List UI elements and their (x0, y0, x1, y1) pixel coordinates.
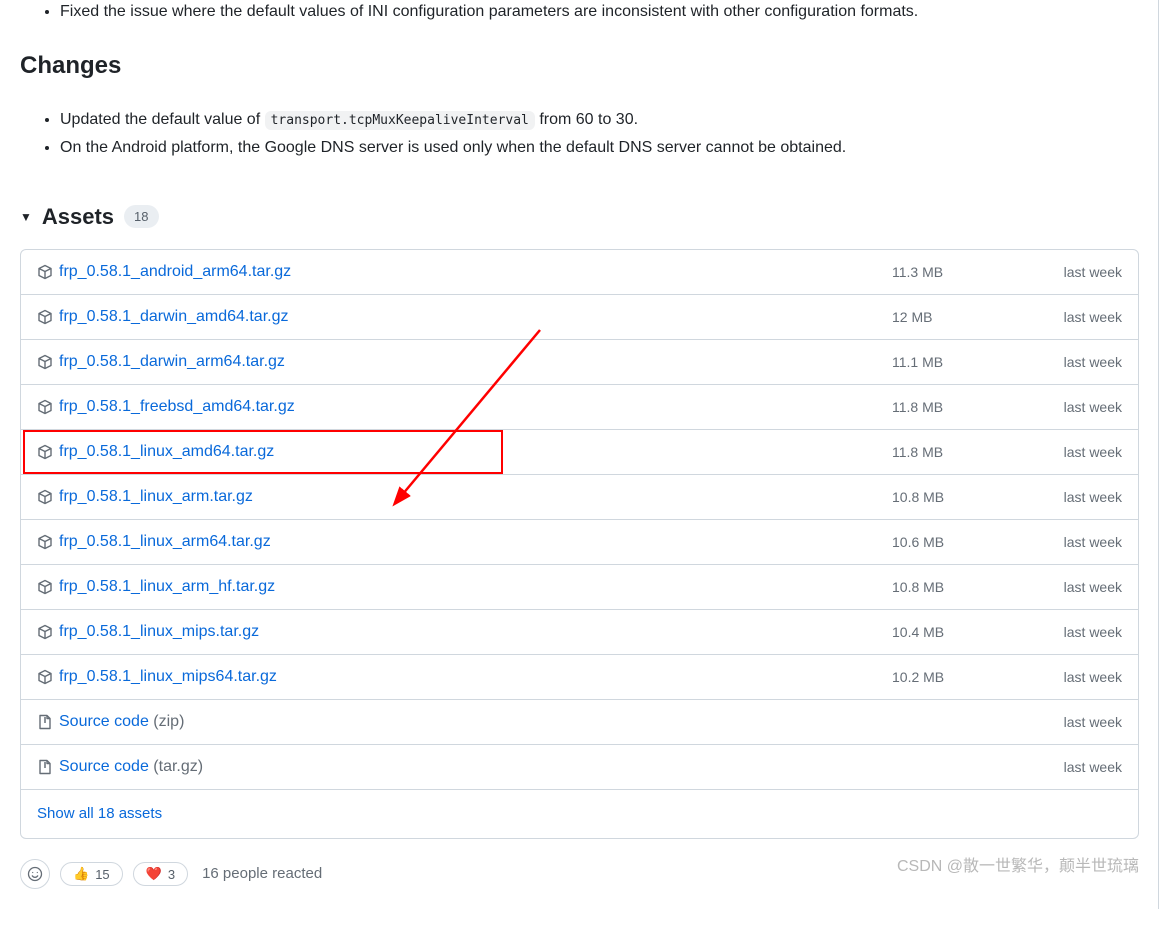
heart-count: 3 (168, 867, 175, 882)
asset-size: 10.8 MB (892, 487, 1032, 508)
file-zip-icon (37, 759, 53, 775)
asset-date: last week (1032, 667, 1122, 688)
asset-size: 10.8 MB (892, 577, 1032, 598)
asset-link[interactable]: frp_0.58.1_linux_mips.tar.gz (59, 623, 259, 640)
asset-row: frp_0.58.1_linux_arm_hf.tar.gz 10.8 MBlas… (21, 564, 1138, 609)
changes-heading: Changes (20, 48, 1139, 92)
asset-size: 11.8 MB (892, 442, 1032, 463)
asset-name-wrap: frp_0.58.1_linux_amd64.tar.gz (59, 440, 892, 464)
show-all-link[interactable]: Show all 18 assets (37, 805, 162, 822)
asset-suffix: (zip) (149, 713, 185, 730)
assets-list: frp_0.58.1_android_arm64.tar.gz11.3 MBla… (20, 249, 1139, 839)
asset-name-wrap: Source code (zip) (59, 710, 892, 734)
changes-list-item: On the Android platform, the Google DNS … (60, 136, 1139, 160)
asset-row: frp_0.58.1_linux_arm.tar.gz 10.8 MBlast w… (21, 474, 1138, 519)
package-icon (37, 354, 53, 370)
text: Updated the default value of (60, 111, 265, 128)
show-all-row: Show all 18 assets (21, 789, 1138, 838)
asset-link[interactable]: frp_0.58.1_android_arm64.tar.gz (59, 263, 291, 280)
asset-name-wrap: frp_0.58.1_linux_arm_hf.tar.gz (59, 575, 892, 599)
release-body: Fixed the issue where the default values… (20, 0, 1139, 160)
asset-size: 10.2 MB (892, 667, 1032, 688)
asset-name-wrap: frp_0.58.1_linux_mips64.tar.gz (59, 665, 892, 689)
asset-row: frp_0.58.1_darwin_arm64.tar.gz 11.1 MBlas… (21, 339, 1138, 384)
asset-link[interactable]: Source code (59, 713, 149, 730)
assets-count-badge: 18 (124, 205, 158, 229)
asset-row: frp_0.58.1_freebsd_amd64.tar.gz 11.8 MBla… (21, 384, 1138, 429)
asset-date: last week (1032, 487, 1122, 508)
asset-row: frp_0.58.1_linux_mips64.tar.gz 10.2 MBlas… (21, 654, 1138, 699)
fixes-list-item: Fixed the issue where the default values… (60, 0, 1139, 24)
package-icon (37, 534, 53, 550)
asset-date: last week (1032, 532, 1122, 553)
asset-link[interactable]: Source code (59, 758, 149, 775)
asset-row: frp_0.58.1_linux_arm64.tar.gz 10.6 MBlast… (21, 519, 1138, 564)
asset-name-wrap: frp_0.58.1_android_arm64.tar.gz (59, 260, 892, 284)
asset-link[interactable]: frp_0.58.1_darwin_amd64.tar.gz (59, 308, 288, 325)
add-reaction-button[interactable] (20, 859, 50, 889)
caret-down-icon: ▼ (20, 208, 32, 226)
asset-row: frp_0.58.1_linux_amd64.tar.gz 11.8 MBlast… (21, 429, 1138, 474)
package-icon (37, 444, 53, 460)
asset-link[interactable]: frp_0.58.1_freebsd_amd64.tar.gz (59, 398, 295, 415)
asset-link[interactable]: frp_0.58.1_linux_amd64.tar.gz (59, 443, 274, 460)
asset-size: 11.3 MB (892, 262, 1032, 283)
thumbs-up-reaction[interactable]: 👍 15 (60, 862, 123, 886)
asset-date: last week (1032, 622, 1122, 643)
text: On the Android platform, the Google DNS … (60, 139, 846, 156)
asset-date: last week (1032, 577, 1122, 598)
asset-name-wrap: frp_0.58.1_linux_mips.tar.gz (59, 620, 892, 644)
asset-suffix: (tar.gz) (149, 758, 203, 775)
asset-name-wrap: frp_0.58.1_linux_arm.tar.gz (59, 485, 892, 509)
asset-name-wrap: frp_0.58.1_darwin_amd64.tar.gz (59, 305, 892, 329)
smiley-icon (27, 866, 43, 882)
package-icon (37, 579, 53, 595)
package-icon (37, 624, 53, 640)
package-icon (37, 669, 53, 685)
asset-date: last week (1032, 712, 1122, 733)
asset-size: 10.4 MB (892, 622, 1032, 643)
asset-row: Source code (tar.gz) last week (21, 744, 1138, 789)
text: from 60 to 30. (535, 111, 638, 128)
assets-title: Assets (42, 200, 114, 233)
asset-size: 10.6 MB (892, 532, 1032, 553)
package-icon (37, 264, 53, 280)
asset-row: frp_0.58.1_darwin_amd64.tar.gz 12 MBlast … (21, 294, 1138, 339)
heart-reaction[interactable]: ❤️ 3 (133, 862, 188, 886)
asset-date: last week (1032, 262, 1122, 283)
asset-row: frp_0.58.1_android_arm64.tar.gz 11.3 MBla… (21, 250, 1138, 294)
asset-size: 11.8 MB (892, 397, 1032, 418)
package-icon (37, 309, 53, 325)
asset-name-wrap: frp_0.58.1_darwin_arm64.tar.gz (59, 350, 892, 374)
package-icon (37, 399, 53, 415)
asset-link[interactable]: frp_0.58.1_linux_arm_hf.tar.gz (59, 578, 275, 595)
asset-size: 12 MB (892, 307, 1032, 328)
heart-emoji: ❤️ (146, 866, 162, 882)
file-zip-icon (37, 714, 53, 730)
asset-link[interactable]: frp_0.58.1_linux_arm.tar.gz (59, 488, 253, 505)
asset-name-wrap: Source code (tar.gz) (59, 755, 892, 779)
reactions-summary: 16 people reacted (202, 863, 322, 886)
asset-date: last week (1032, 442, 1122, 463)
asset-link[interactable]: frp_0.58.1_linux_arm64.tar.gz (59, 533, 271, 550)
reactions-bar: 👍 15 ❤️ 3 16 people reacted (20, 859, 1139, 889)
asset-date: last week (1032, 307, 1122, 328)
asset-row: frp_0.58.1_linux_mips.tar.gz 10.4 MBlast … (21, 609, 1138, 654)
assets-toggle[interactable]: ▼ Assets 18 (20, 200, 1139, 233)
asset-link[interactable]: frp_0.58.1_linux_mips64.tar.gz (59, 668, 277, 685)
package-icon (37, 489, 53, 505)
asset-name-wrap: frp_0.58.1_linux_arm64.tar.gz (59, 530, 892, 554)
asset-link[interactable]: frp_0.58.1_darwin_arm64.tar.gz (59, 353, 285, 370)
asset-size: 11.1 MB (892, 352, 1032, 373)
asset-row: Source code (zip) last week (21, 699, 1138, 744)
thumbs-count: 15 (95, 867, 109, 882)
asset-date: last week (1032, 757, 1122, 778)
asset-date: last week (1032, 352, 1122, 373)
asset-date: last week (1032, 397, 1122, 418)
thumbs-emoji: 👍 (73, 866, 89, 882)
code-snippet: transport.tcpMuxKeepaliveInterval (265, 111, 535, 130)
changes-list-item: Updated the default value of transport.t… (60, 108, 1139, 132)
asset-name-wrap: frp_0.58.1_freebsd_amd64.tar.gz (59, 395, 892, 419)
